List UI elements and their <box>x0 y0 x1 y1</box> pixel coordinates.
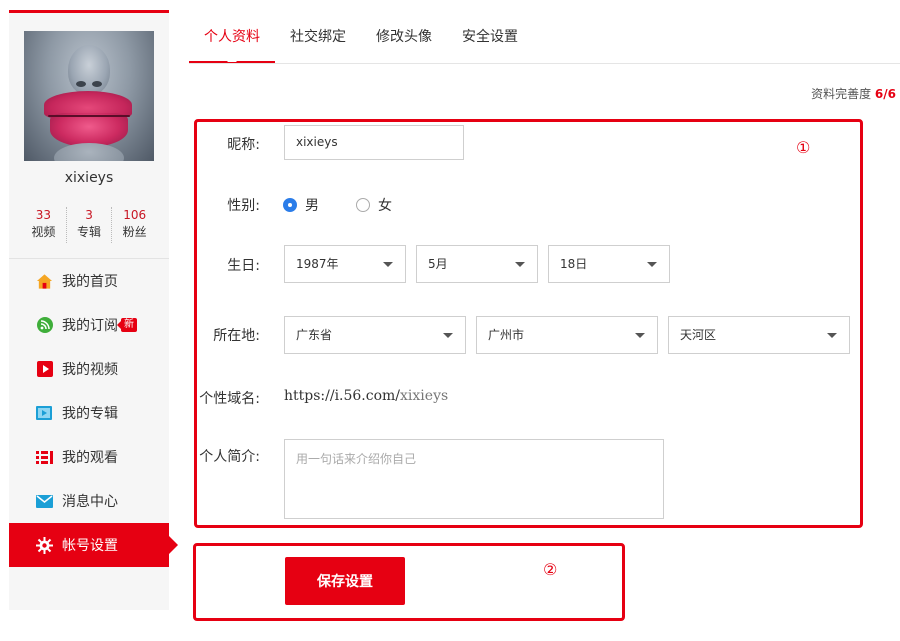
profile-completeness: 资料完善度 6/6 <box>811 85 896 102</box>
save-button[interactable]: 保存设置 <box>285 557 405 605</box>
district-select[interactable]: 天河区 <box>668 316 850 354</box>
birthday-year-select[interactable]: 1987年 <box>284 245 406 283</box>
stat-fans-label: 粉丝 <box>122 225 147 239</box>
avatar-lip-line <box>48 115 130 117</box>
sidebar-nav: 我的首页 我的订阅 新 我的视频 我的专辑 我的观看 消息中心 帐号设置 <box>9 259 178 567</box>
sidebar-item-label: 我的专辑 <box>62 406 118 422</box>
annotation-number-2: ② <box>543 560 558 579</box>
play-icon <box>36 361 53 378</box>
location-label: 所在地: <box>213 328 260 344</box>
sidebar-item-history[interactable]: 我的观看 <box>9 435 169 479</box>
domain-name: xixieys <box>400 388 449 404</box>
home-icon <box>36 273 53 290</box>
tab-change-avatar[interactable]: 修改头像 <box>361 18 447 64</box>
avatar-nostril-left <box>76 81 86 87</box>
city-select[interactable]: 广州市 <box>476 316 658 354</box>
stat-videos-label: 视频 <box>31 225 56 239</box>
completeness-value: 6/6 <box>874 87 896 101</box>
completeness-label: 资料完善度 <box>811 87 872 101</box>
gender-option-female: 女 <box>378 198 392 214</box>
sidebar-item-label: 我的视频 <box>62 362 118 378</box>
birthday-year-value: 1987年 <box>296 257 339 271</box>
birthday-month-select[interactable]: 5月 <box>416 245 538 283</box>
sidebar: xixieys 33 视频 3 专辑 106 粉丝 我的首页 我的订阅 新 我的… <box>9 10 178 610</box>
history-list-icon <box>36 449 53 466</box>
sidebar-item-account-settings[interactable]: 帐号设置 <box>9 523 178 567</box>
sidebar-item-videos[interactable]: 我的视频 <box>9 347 169 391</box>
album-icon <box>36 405 53 422</box>
sidebar-item-messages[interactable]: 消息中心 <box>9 479 169 523</box>
tab-personal-info[interactable]: 个人资料 <box>189 18 275 64</box>
avatar[interactable] <box>24 31 154 161</box>
birthday-label: 生日: <box>227 258 260 274</box>
annotation-number-1: ① <box>796 138 811 157</box>
radio-checked-icon <box>283 198 297 212</box>
birthday-day-select[interactable]: 18日 <box>548 245 670 283</box>
avatar-nostril-right <box>92 81 102 87</box>
user-stats: 33 视频 3 专辑 106 粉丝 <box>21 207 157 243</box>
district-value: 天河区 <box>680 328 717 342</box>
avatar-chin <box>54 143 124 161</box>
mail-icon <box>36 493 53 510</box>
sidebar-item-label: 帐号设置 <box>62 538 118 554</box>
birthday-month-value: 5月 <box>428 257 448 271</box>
domain-prefix: https://i.56.com/ <box>284 388 401 404</box>
rss-icon <box>36 317 53 334</box>
avatar-lip-bottom <box>50 113 128 147</box>
sidebar-item-label: 消息中心 <box>62 494 118 510</box>
stat-albums[interactable]: 3 专辑 <box>67 207 113 243</box>
sidebar-item-home[interactable]: 我的首页 <box>9 259 169 303</box>
radio-unchecked-icon <box>356 198 370 212</box>
domain-value: https://i.56.com/xixieys <box>284 388 448 404</box>
gender-option-male: 男 <box>305 198 319 214</box>
province-value: 广东省 <box>296 328 333 342</box>
gender-radio-male[interactable]: 男 <box>283 195 319 215</box>
stat-albums-label: 专辑 <box>77 225 102 239</box>
province-select[interactable]: 广东省 <box>284 316 466 354</box>
sidebar-item-subscriptions[interactable]: 我的订阅 新 <box>9 303 169 347</box>
sidebar-top-accent <box>9 10 169 13</box>
tab-social-binding[interactable]: 社交绑定 <box>275 18 361 64</box>
sidebar-item-label: 我的订阅 <box>62 318 118 334</box>
avatar-nose <box>68 45 110 95</box>
sidebar-item-albums[interactable]: 我的专辑 <box>9 391 169 435</box>
stat-fans[interactable]: 106 粉丝 <box>112 207 157 243</box>
new-badge: 新 <box>117 318 137 332</box>
domain-label: 个性域名: <box>199 391 260 407</box>
nickname-label: 昵称: <box>227 137 260 153</box>
bio-textarea[interactable]: 用一句话来介绍你自己 <box>284 439 664 519</box>
nickname-input[interactable]: xixieys <box>284 125 464 160</box>
stat-albums-count: 3 <box>85 208 93 222</box>
sidebar-item-label: 我的观看 <box>62 450 118 466</box>
gender-radio-female[interactable]: 女 <box>356 195 392 215</box>
city-value: 广州市 <box>488 328 525 342</box>
sidebar-item-label: 我的首页 <box>62 274 118 290</box>
stat-fans-count: 106 <box>123 208 147 222</box>
annotation-box-2 <box>193 543 625 621</box>
gear-icon <box>36 536 53 554</box>
stat-videos[interactable]: 33 视频 <box>21 207 67 243</box>
tab-divider <box>189 63 900 64</box>
gender-label: 性别: <box>227 198 260 214</box>
birthday-day-value: 18日 <box>560 257 588 271</box>
stat-videos-count: 33 <box>35 208 51 222</box>
tab-security[interactable]: 安全设置 <box>447 18 533 64</box>
username: xixieys <box>64 170 114 186</box>
bio-label: 个人简介: <box>199 449 260 465</box>
profile-tabs: 个人资料 社交绑定 修改头像 安全设置 <box>189 18 533 64</box>
